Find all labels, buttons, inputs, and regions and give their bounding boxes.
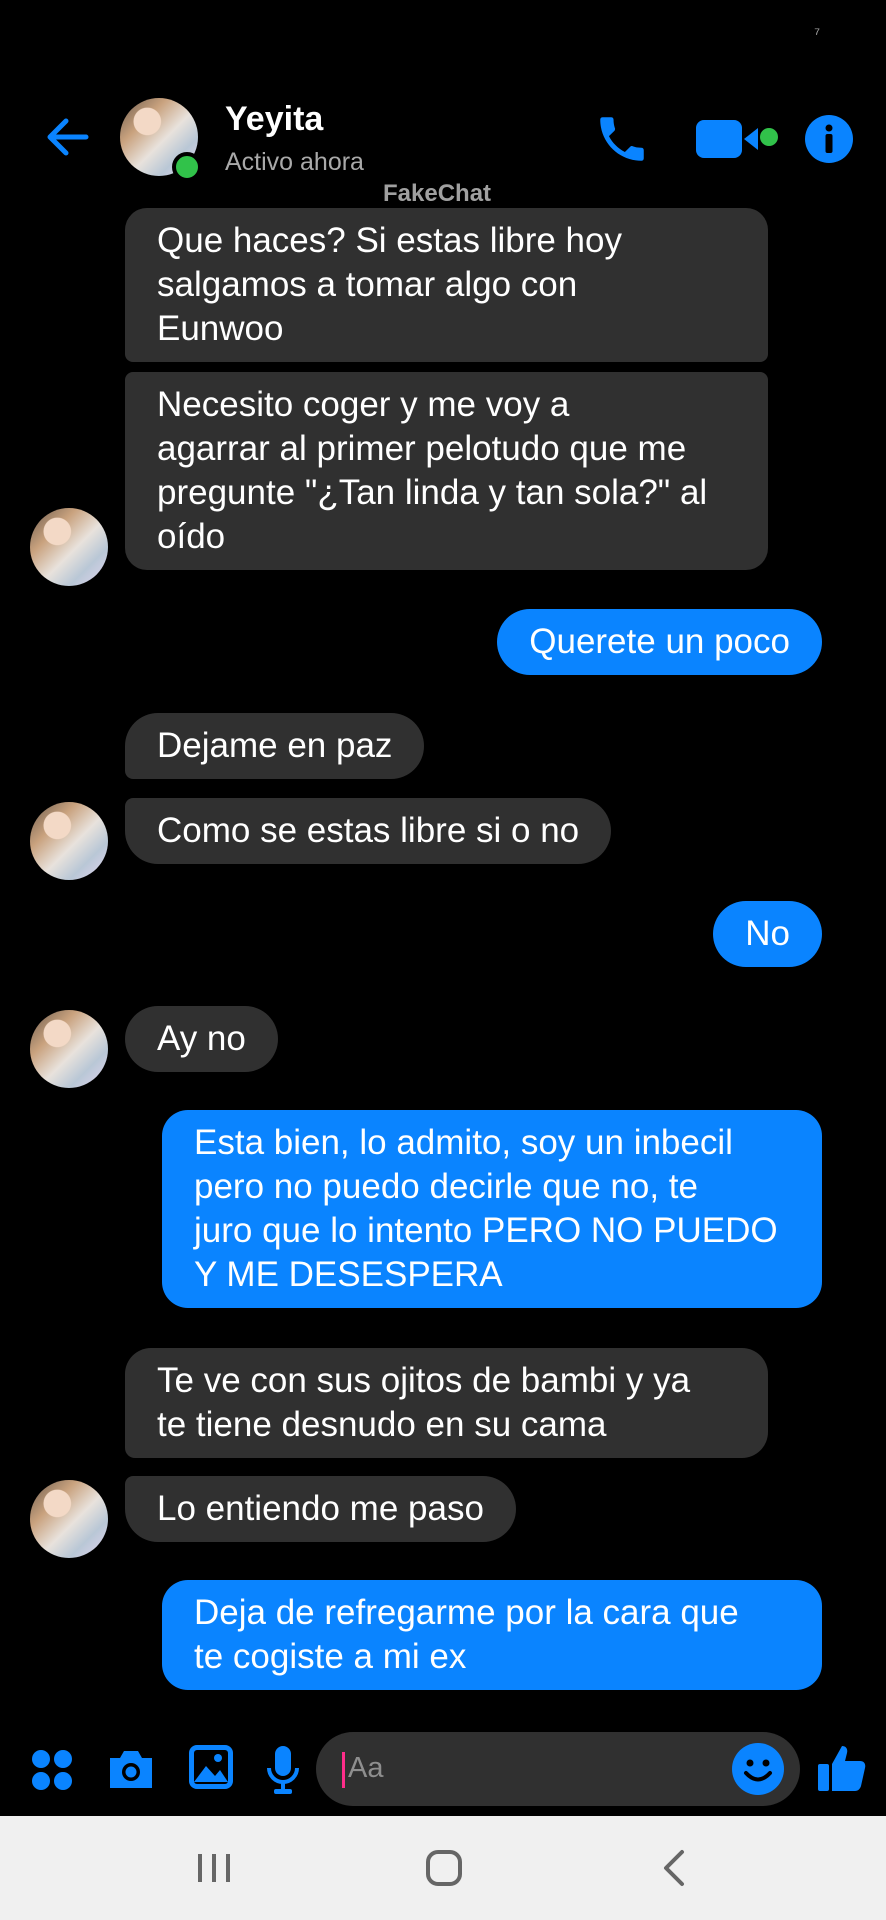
message-bubble-outgoing[interactable]: Querete un poco [497,609,822,675]
message-bubble-incoming[interactable]: Como se estas libre si o no [125,798,612,864]
contact-name[interactable]: Yeyita [225,100,323,139]
home-icon[interactable] [420,1844,468,1892]
contact-avatar-small[interactable] [30,508,108,586]
online-indicator [172,152,202,182]
contact-avatar-small[interactable] [30,1480,108,1558]
message-bubble-incoming[interactable]: Ay no [125,1006,278,1072]
microphone-icon[interactable] [266,1744,300,1796]
info-icon[interactable] [804,114,854,164]
message-input-placeholder: Aa [348,1752,384,1784]
composer-bar: Aa [0,1720,886,1820]
watermark: FakeChat [383,180,492,207]
status-indicator: ⁷ [814,26,820,43]
like-icon[interactable] [816,1742,868,1794]
emoji-icon[interactable] [731,1742,785,1796]
message-bubble-incoming[interactable]: Dejame en paz [125,713,425,779]
message-bubble-outgoing[interactable]: Deja de refregarme por la cara que te co… [162,1580,822,1690]
contact-avatar-small[interactable] [30,1010,108,1088]
video-call-icon[interactable] [696,118,766,160]
contact-status: Activo ahora [225,148,364,176]
message-bubble-incoming[interactable]: Lo entiendo me paso [125,1476,516,1542]
apps-icon[interactable] [30,1748,74,1792]
back-arrow-icon[interactable] [40,110,94,164]
contact-avatar-small[interactable] [30,802,108,880]
status-bar: ⁷ [0,0,886,80]
camera-icon[interactable] [106,1746,156,1792]
message-input[interactable]: Aa [316,1732,800,1806]
system-navigation-bar [0,1816,886,1920]
chat-header: Yeyita Activo ahora FakeChat [0,80,886,210]
message-bubble-outgoing[interactable]: No [713,901,822,967]
gallery-icon[interactable] [188,1744,234,1790]
back-nav-icon[interactable] [652,1844,700,1892]
message-bubble-outgoing[interactable]: Esta bien, lo admito, soy un inbecil per… [162,1110,822,1308]
message-bubble-incoming[interactable]: Necesito coger y me voy a agarrar al pri… [125,372,768,570]
message-bubble-incoming[interactable]: Te ve con sus ojitos de bambi y ya te ti… [125,1348,768,1458]
recent-apps-icon[interactable] [190,1844,238,1892]
message-bubble-incoming[interactable]: Que haces? Si estas libre hoy salgamos a… [125,208,768,362]
phone-icon[interactable] [593,110,651,168]
text-cursor [342,1752,345,1788]
video-online-dot [760,128,778,146]
